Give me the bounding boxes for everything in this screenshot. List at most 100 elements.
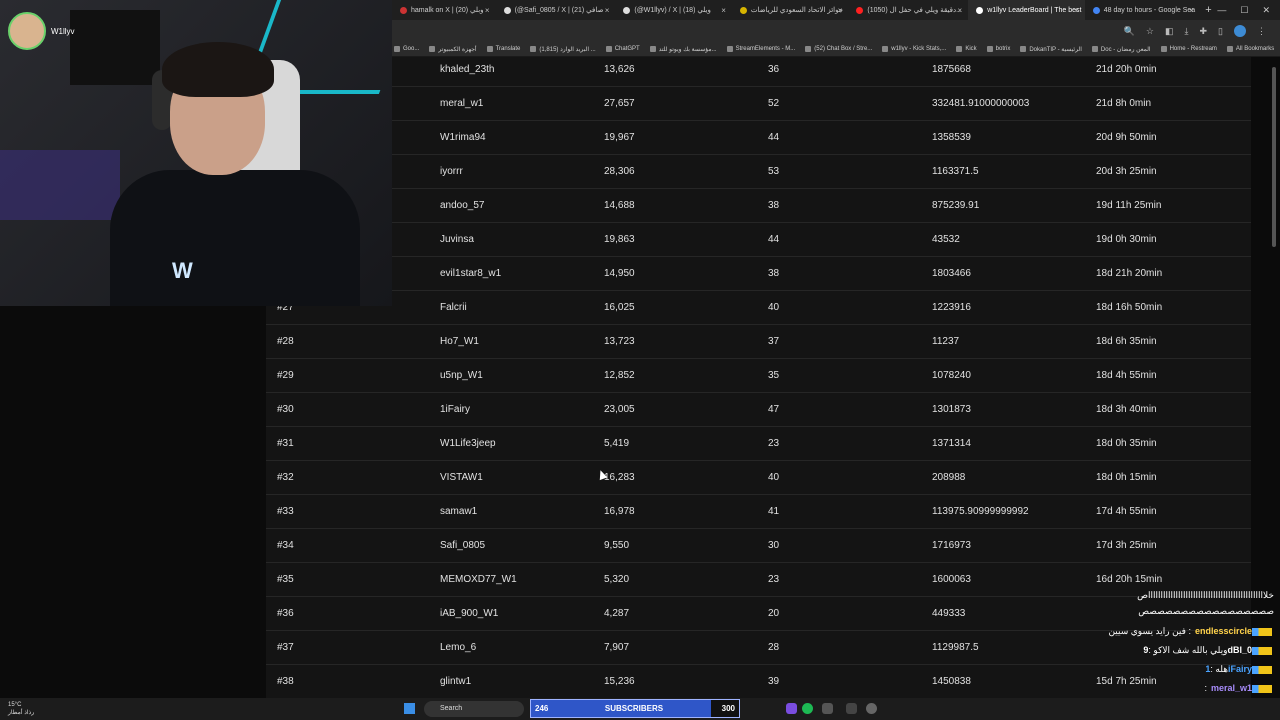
- rank-cell: #28: [277, 336, 294, 347]
- bookmark-label: Kick: [965, 46, 977, 52]
- browser-tab-strip: hamalk on X | وبلي (20) × (@Safi_0805 / X …: [392, 0, 1280, 20]
- bookmark-item[interactable]: Translate: [486, 46, 520, 52]
- windows-start-icon[interactable]: [404, 703, 415, 714]
- tab-close-icon[interactable]: ×: [1189, 6, 1194, 15]
- tab-label: (1050) دقيقة ويلي في حفل ال...: [867, 7, 962, 14]
- tab-close-icon[interactable]: ×: [838, 6, 843, 15]
- bookmark-item[interactable]: (1,815) البريد الوارد ...: [530, 46, 596, 53]
- tab-label: (@W1llyv) / X | (18) ويلي: [634, 7, 711, 14]
- tab-close-icon[interactable]: ×: [1074, 6, 1079, 15]
- page-scrollbar[interactable]: [1272, 67, 1276, 247]
- tab-close-icon[interactable]: ×: [958, 6, 963, 15]
- bookmark-label: StreamElements - M...: [735, 46, 796, 52]
- discord-icon[interactable]: [786, 703, 797, 714]
- extension-icon[interactable]: ◧: [1165, 26, 1174, 37]
- points-cell: 1803466: [932, 268, 971, 279]
- level-cell: 40: [768, 472, 780, 483]
- browser-tab[interactable]: (1050) دقيقة ويلي في حفل ال... ×: [848, 0, 968, 20]
- bookmark-item[interactable]: أجهزة الكمبيوتر: [429, 46, 477, 53]
- messages-cell: 16,025: [604, 302, 635, 313]
- subscriber-label: SUBSCRIBERS: [604, 704, 664, 713]
- weather-widget[interactable]: 15°C رذاذ أمطار: [8, 701, 34, 717]
- username-cell: Lemo_6: [440, 642, 477, 653]
- messages-cell: 5,419: [604, 438, 630, 449]
- table-row: meral_w1 27,657 52 332481.91000000003 21d 8h…: [266, 87, 1251, 121]
- rank-cell: #32: [277, 472, 294, 483]
- bookmark-item[interactable]: Doc - المعن رمضان: [1091, 46, 1151, 53]
- bookmark-item[interactable]: botrix: [986, 46, 1011, 52]
- username-cell: W1rima94: [440, 132, 486, 143]
- rank-cell: #35: [277, 574, 294, 585]
- new-tab-button[interactable]: +: [1200, 4, 1218, 16]
- messages-cell: 16,283: [604, 472, 635, 483]
- browser-tab[interactable]: 48 day to hours - Google Sea ×: [1085, 0, 1200, 20]
- taskbar-search[interactable]: Search: [424, 701, 524, 717]
- tab-close-icon[interactable]: ×: [721, 6, 726, 15]
- level-cell: 38: [768, 200, 780, 211]
- side-panel-icon[interactable]: ▯: [1218, 26, 1223, 37]
- bookmark-label: botrix: [995, 46, 1011, 52]
- maximize-icon[interactable]: ☐: [1240, 5, 1248, 16]
- bookmark-item[interactable]: Kick: [956, 46, 977, 52]
- bookmark-item[interactable]: StreamElements - M...: [726, 46, 796, 52]
- bookmark-item[interactable]: مؤسسة بك ويوتو للتد...: [649, 46, 717, 53]
- browser-tab[interactable]: (@W1llyv) / X | (18) ويلي ×: [615, 0, 732, 20]
- tab-close-icon[interactable]: ×: [605, 6, 610, 15]
- points-cell: 449333: [932, 608, 966, 619]
- points-cell: 1163371.5: [932, 166, 979, 177]
- browser-tab[interactable]: w1llyv LeaderBoard | The best ×: [968, 0, 1085, 20]
- points-cell: 1129987.5: [932, 642, 979, 653]
- minimize-icon[interactable]: —: [1217, 5, 1226, 16]
- points-cell: 1301873: [932, 404, 971, 415]
- level-cell: 37: [768, 336, 780, 347]
- obs-icon[interactable]: [866, 703, 877, 714]
- browser-tab[interactable]: جوائز الاتحاد السعودي للرياضات ×: [732, 0, 849, 20]
- watch-time-cell: 18d 0h 35min: [1096, 438, 1157, 449]
- bookmark-item[interactable]: (52) Chat Box / Stre...: [805, 46, 872, 52]
- watch-time-cell: 18d 0h 15min: [1096, 472, 1157, 483]
- bookmark-favicon-icon: [486, 46, 493, 52]
- username-cell: Ho7_W1: [440, 336, 479, 347]
- subscriber-count: 246: [535, 704, 549, 713]
- level-cell: 52: [768, 98, 780, 109]
- bookmark-favicon-icon: [805, 46, 812, 52]
- app-icon-2[interactable]: [846, 703, 857, 714]
- username-cell: meral_w1: [440, 98, 484, 109]
- browser-tab[interactable]: hamalk on X | وبلي (20) ×: [392, 0, 496, 20]
- all-bookmarks-button[interactable]: All Bookmarks: [1226, 46, 1280, 52]
- bookmark-item[interactable]: DokanTIP - الرئيسية: [1020, 46, 1082, 53]
- points-cell: 11237: [932, 336, 960, 347]
- username-cell: Safi_0805: [440, 540, 486, 551]
- table-row: iyorrr 28,306 53 1163371.5 20d 3h 25min: [266, 155, 1251, 189]
- username-cell: andoo_57: [440, 200, 485, 211]
- table-row: #33 samaw1 16,978 41 113975.90999999992 17d 4…: [266, 495, 1251, 529]
- browser-tab[interactable]: (@Safi_0805 / X | (21) صافي ×: [496, 0, 616, 20]
- extensions-puzzle-icon[interactable]: ✚: [1200, 26, 1208, 37]
- zoom-icon[interactable]: 🔍: [1124, 26, 1135, 37]
- weather-desc: رذاذ أمطار: [8, 710, 35, 716]
- bookmark-item[interactable]: ChatGPT: [605, 46, 640, 52]
- spotify-icon[interactable]: [802, 703, 813, 714]
- menu-dots-icon[interactable]: ⋮: [1257, 26, 1266, 37]
- download-icon[interactable]: ⤓: [1185, 26, 1189, 37]
- bookmark-item[interactable]: Goo...: [394, 46, 419, 52]
- username-cell: 1iFairy: [440, 404, 471, 415]
- tab-label: w1llyv LeaderBoard | The best: [987, 6, 1082, 14]
- profile-avatar[interactable]: [1234, 25, 1246, 37]
- bookmark-item[interactable]: w1llyv - Kick Stats,...: [882, 46, 946, 52]
- close-window-icon[interactable]: ✕: [1262, 5, 1270, 16]
- tab-favicon-icon: [856, 6, 864, 14]
- bookmark-favicon-icon: [649, 46, 656, 52]
- app-icon[interactable]: [822, 703, 833, 714]
- messages-cell: 28,306: [604, 166, 635, 177]
- watch-time-cell: 21d 20h 0min: [1096, 64, 1157, 75]
- tab-close-icon[interactable]: ×: [485, 6, 490, 15]
- chat-message: خلاااااااااااااااااااااااااااااااااااااا…: [1137, 590, 1274, 601]
- bookmark-favicon-icon: [1160, 46, 1167, 52]
- bookmark-item[interactable]: Home - Restream: [1160, 46, 1217, 52]
- chat-message: صصصصصصصصصصصصصصصصص: [1138, 606, 1274, 617]
- chat-message: هله :1iFairy: [1201, 664, 1274, 675]
- tab-favicon-icon: [400, 6, 407, 14]
- username-cell: iyorrr: [440, 166, 463, 177]
- bookmark-star-icon[interactable]: ☆: [1146, 26, 1154, 37]
